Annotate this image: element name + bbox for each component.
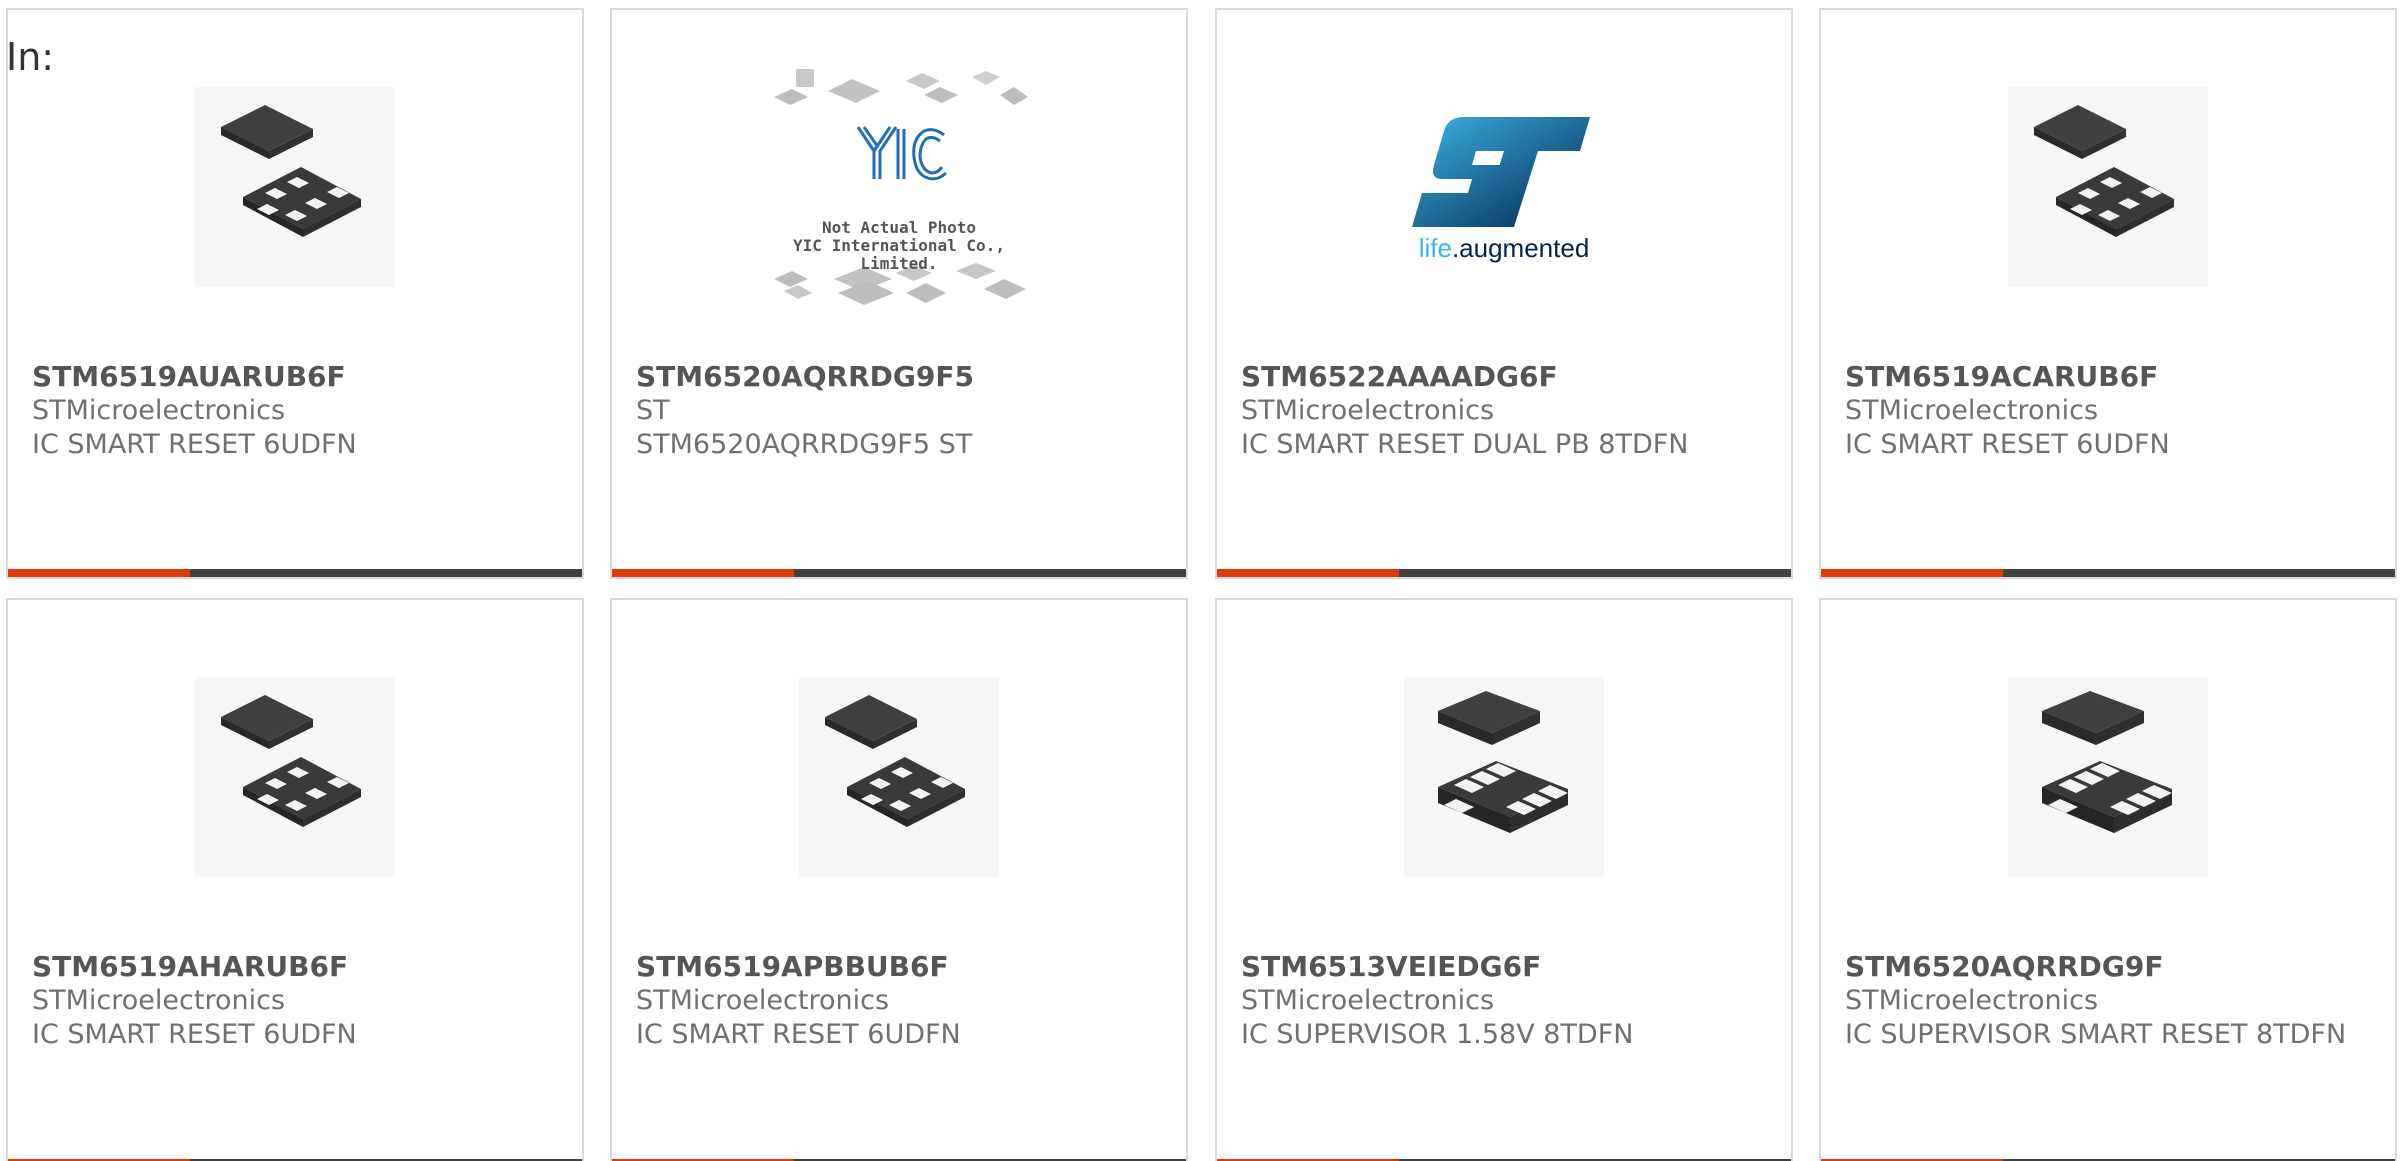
- manufacturer: STMicroelectronics: [32, 395, 286, 426]
- product-grid: STM6519AUARUB6F STMicroelectronics IC SM…: [0, 0, 2400, 1161]
- placeholder-caption-line2: YIC International Co., Limited.: [793, 236, 1005, 273]
- st-tagline-life: life: [1418, 233, 1452, 263]
- card-footer-accent: [612, 569, 794, 577]
- product-info: STM6519ACARUB6F STMicroelectronics IC SM…: [1845, 360, 2371, 462]
- card-footer-accent: [1821, 569, 2003, 577]
- product-image[interactable]: Not Actual Photo YIC International Co., …: [612, 69, 1186, 305]
- description: IC SMART RESET 6UDFN: [32, 429, 357, 460]
- tdfn-8-package-icon: [2008, 677, 2208, 877]
- part-number-link[interactable]: STM6513VEIEDG6F: [1241, 950, 1767, 984]
- product-card[interactable]: STM6519APBBUB6F STMicroelectronics IC SM…: [610, 598, 1188, 1161]
- in-label: In:: [6, 35, 55, 79]
- part-number-link[interactable]: STM6519APBBUB6F: [636, 950, 1162, 984]
- description: IC SMART RESET DUAL PB 8TDFN: [1241, 429, 1689, 460]
- manufacturer: STMicroelectronics: [32, 985, 286, 1016]
- manufacturer: ST: [636, 395, 670, 426]
- manufacturer: STMicroelectronics: [1241, 985, 1495, 1016]
- description: IC SUPERVISOR SMART RESET 8TDFN: [1845, 1019, 2347, 1050]
- product-info: STM6513VEIEDG6F STMicroelectronics IC SU…: [1241, 950, 1767, 1052]
- placeholder-caption-line1: Not Actual Photo: [821, 218, 977, 237]
- part-number-link[interactable]: STM6520AQRRDG9F5: [636, 360, 1162, 394]
- udfn-6-package-icon: [799, 677, 999, 877]
- product-card[interactable]: STM6519AHARUB6F STMicroelectronics IC SM…: [6, 598, 584, 1161]
- card-footer-accent: [8, 569, 190, 577]
- udfn-6-package-icon: [2008, 87, 2208, 287]
- product-image[interactable]: [1821, 662, 2395, 892]
- product-card[interactable]: STM6519ACARUB6F STMicroelectronics IC SM…: [1819, 8, 2397, 579]
- udfn-6-package-icon: [195, 677, 395, 877]
- description: IC SUPERVISOR 1.58V 8TDFN: [1241, 1019, 1634, 1050]
- description: IC SMART RESET 6UDFN: [32, 1019, 357, 1050]
- udfn-6-package-icon: [195, 87, 395, 287]
- product-image[interactable]: [1217, 662, 1791, 892]
- card-footer-bar: [1821, 569, 2395, 577]
- part-number-link[interactable]: STM6519AUARUB6F: [32, 360, 558, 394]
- product-info: STM6520AQRRDG9F5 ST STM6520AQRRDG9F5 ST: [636, 360, 1162, 462]
- product-card[interactable]: life.augmented STM6522AAAADG6F STMicroel…: [1215, 8, 1793, 579]
- card-footer-bar: [612, 569, 1186, 577]
- product-image[interactable]: [612, 662, 1186, 892]
- not-actual-photo-placeholder: Not Actual Photo YIC International Co., …: [764, 67, 1034, 307]
- manufacturer: STMicroelectronics: [636, 985, 890, 1016]
- product-card[interactable]: STM6520AQRRDG9F STMicroelectronics IC SU…: [1819, 598, 2397, 1161]
- product-grid-page: In: STM6519AUARUB6F STMicroelectronics I…: [0, 0, 2400, 1161]
- product-image[interactable]: life.augmented: [1217, 72, 1791, 302]
- product-info: STM6520AQRRDG9F STMicroelectronics IC SU…: [1845, 950, 2371, 1052]
- product-image[interactable]: [8, 72, 582, 302]
- manufacturer: STMicroelectronics: [1845, 395, 2099, 426]
- product-card[interactable]: STM6513VEIEDG6F STMicroelectronics IC SU…: [1215, 598, 1793, 1161]
- part-number-link[interactable]: STM6519ACARUB6F: [1845, 360, 2371, 394]
- part-number-link[interactable]: STM6519AHARUB6F: [32, 950, 558, 984]
- tdfn-8-package-icon: [1404, 677, 1604, 877]
- product-info: STM6519AHARUB6F STMicroelectronics IC SM…: [32, 950, 558, 1052]
- st-tagline-augmented: .augmented: [1451, 233, 1590, 263]
- description: IC SMART RESET 6UDFN: [636, 1019, 961, 1050]
- part-number-link[interactable]: STM6522AAAADG6F: [1241, 360, 1767, 394]
- card-footer-accent: [1217, 569, 1399, 577]
- manufacturer: STMicroelectronics: [1845, 985, 2099, 1016]
- product-info: STM6522AAAADG6F STMicroelectronics IC SM…: [1241, 360, 1767, 462]
- part-number-link[interactable]: STM6520AQRRDG9F: [1845, 950, 2371, 984]
- card-footer-bar: [8, 569, 582, 577]
- description: STM6520AQRRDG9F5 ST: [636, 429, 973, 460]
- product-info: STM6519AUARUB6F STMicroelectronics IC SM…: [32, 360, 558, 462]
- product-card[interactable]: STM6519AUARUB6F STMicroelectronics IC SM…: [6, 8, 584, 579]
- card-footer-bar: [1217, 569, 1791, 577]
- product-card[interactable]: Not Actual Photo YIC International Co., …: [610, 8, 1188, 579]
- product-image[interactable]: [8, 662, 582, 892]
- product-info: STM6519APBBUB6F STMicroelectronics IC SM…: [636, 950, 1162, 1052]
- st-logo: life.augmented: [1394, 107, 1614, 267]
- description: IC SMART RESET 6UDFN: [1845, 429, 2170, 460]
- product-image[interactable]: [1821, 72, 2395, 302]
- manufacturer: STMicroelectronics: [1241, 395, 1495, 426]
